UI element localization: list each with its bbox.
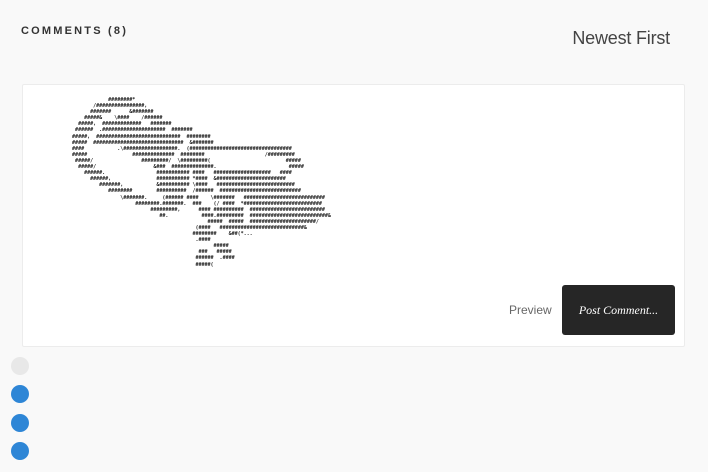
- preview-link[interactable]: Preview: [509, 303, 552, 317]
- avatar[interactable]: [11, 385, 29, 403]
- avatar[interactable]: [11, 442, 29, 460]
- comment-editor[interactable]: ########* /################, ####### &##…: [22, 84, 685, 347]
- comment-ascii-art: ########* /################, ####### &##…: [72, 97, 331, 268]
- avatar[interactable]: [11, 414, 29, 432]
- post-comment-button[interactable]: Post Comment...: [562, 285, 675, 335]
- comments-heading: COMMENTS (8): [21, 25, 129, 37]
- avatar[interactable]: [11, 357, 29, 375]
- sort-order-select[interactable]: Newest First: [572, 28, 670, 49]
